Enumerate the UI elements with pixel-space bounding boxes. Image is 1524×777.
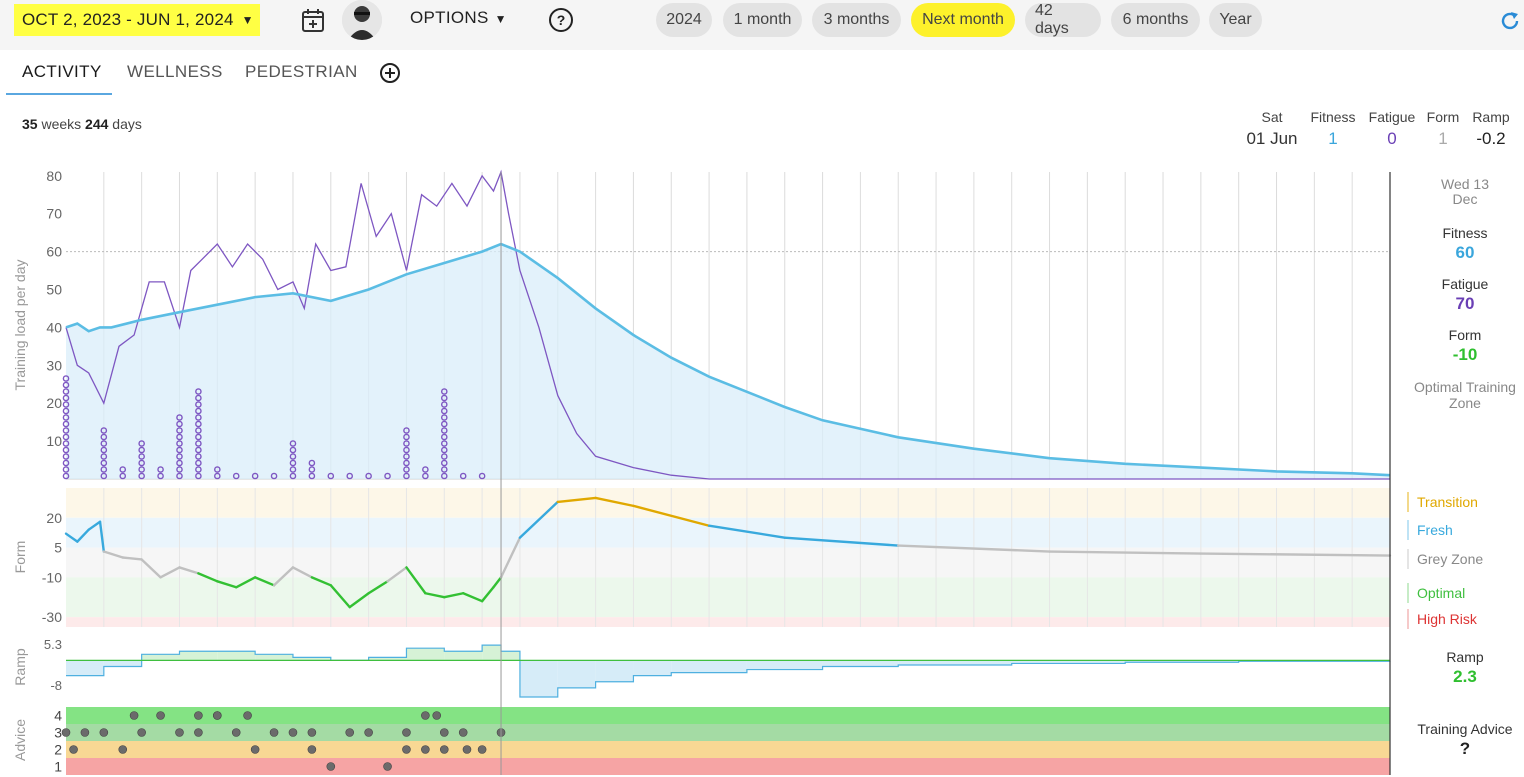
advice-point [402, 728, 411, 737]
advice-point [137, 728, 146, 737]
load-tick-label: 70 [46, 206, 62, 222]
advice-point [80, 728, 90, 737]
optimal-band [66, 577, 1390, 618]
advice-point [213, 711, 222, 720]
ramp-bar [822, 660, 899, 667]
advice-point [307, 745, 317, 754]
form-tick-label: -10 [42, 569, 62, 585]
advice-point [421, 711, 430, 720]
advice-tick-label: 4 [54, 708, 62, 724]
form-tick-label: -30 [42, 609, 62, 625]
advice-point [118, 745, 128, 754]
advice-tick-label: 1 [54, 759, 62, 775]
ramp-bar [255, 654, 293, 661]
advice-tick-label: 2 [54, 742, 62, 758]
ramp-bar [217, 651, 256, 661]
advice-point [439, 745, 449, 754]
ramp-bar [519, 660, 558, 697]
advice-tick-label: 3 [54, 725, 62, 741]
advice-point [439, 728, 449, 737]
advice-point [458, 728, 468, 737]
ramp-bar [103, 660, 142, 667]
fitness-charts[interactable]: 10 20 30 40 50 60 70 80 Training load per day 20 5… [0, 0, 1524, 777]
ramp-tick-label: 5.3 [44, 637, 62, 652]
advice-band-4 [66, 707, 1390, 724]
load-tick-label: 10 [46, 433, 62, 449]
form-axis-label: Form [12, 541, 28, 574]
ramp-bar [595, 660, 634, 682]
ramp-bar [633, 660, 672, 676]
advice-axis-label: Advice [12, 719, 28, 761]
ramp-bar [746, 660, 823, 670]
ramp-bar [141, 654, 180, 661]
advice-point [61, 728, 71, 737]
advice-point [383, 762, 392, 771]
advice-point [175, 728, 184, 737]
transition-band [66, 488, 1390, 518]
advice-point [69, 745, 78, 754]
ramp-tick-label: -8 [50, 678, 62, 693]
load-tick-label: 80 [46, 168, 62, 184]
advice-point [462, 745, 472, 754]
ramp-bar [66, 660, 104, 676]
advice-point [194, 711, 203, 720]
advice-point [231, 728, 241, 737]
ramp-bar [179, 651, 218, 661]
load-tick-label: 30 [46, 357, 62, 373]
ramp-bar [501, 651, 520, 661]
advice-band-2 [66, 741, 1390, 758]
ramp-bar [557, 660, 596, 688]
advice-point [156, 711, 165, 720]
fresh-band [66, 517, 1390, 548]
high-risk-band [66, 617, 1390, 627]
advice-point [269, 728, 279, 737]
advice-point [402, 745, 411, 754]
load-axis-label: Training load per day [12, 259, 28, 390]
form-tick-label: 5 [54, 540, 62, 556]
load-tick-label: 60 [46, 244, 62, 260]
load-tick-label: 40 [46, 319, 62, 335]
advice-point [194, 728, 203, 737]
ramp-bar [482, 645, 502, 661]
ramp-bar [444, 651, 483, 661]
ramp-bar [898, 660, 1012, 665]
advice-point [129, 711, 139, 720]
advice-point [99, 728, 109, 737]
advice-point [250, 745, 260, 754]
ramp-bar [406, 648, 445, 661]
load-tick-label: 20 [46, 395, 62, 411]
advice-point [432, 711, 442, 720]
advice-point [345, 728, 355, 737]
ramp-axis-label: Ramp [12, 648, 28, 686]
advice-band-3 [66, 724, 1390, 741]
advice-point [288, 728, 298, 737]
advice-point [364, 728, 373, 737]
advice-point [421, 745, 430, 754]
fitness-area [66, 244, 1390, 479]
load-tick-label: 50 [46, 281, 62, 297]
form-tick-label: 20 [46, 510, 62, 526]
advice-band-1 [66, 758, 1390, 775]
advice-point [243, 711, 252, 720]
advice-point [307, 728, 317, 737]
advice-point [326, 762, 336, 771]
ramp-bar [671, 660, 747, 673]
grey-band [66, 547, 1390, 578]
advice-point [477, 745, 487, 754]
